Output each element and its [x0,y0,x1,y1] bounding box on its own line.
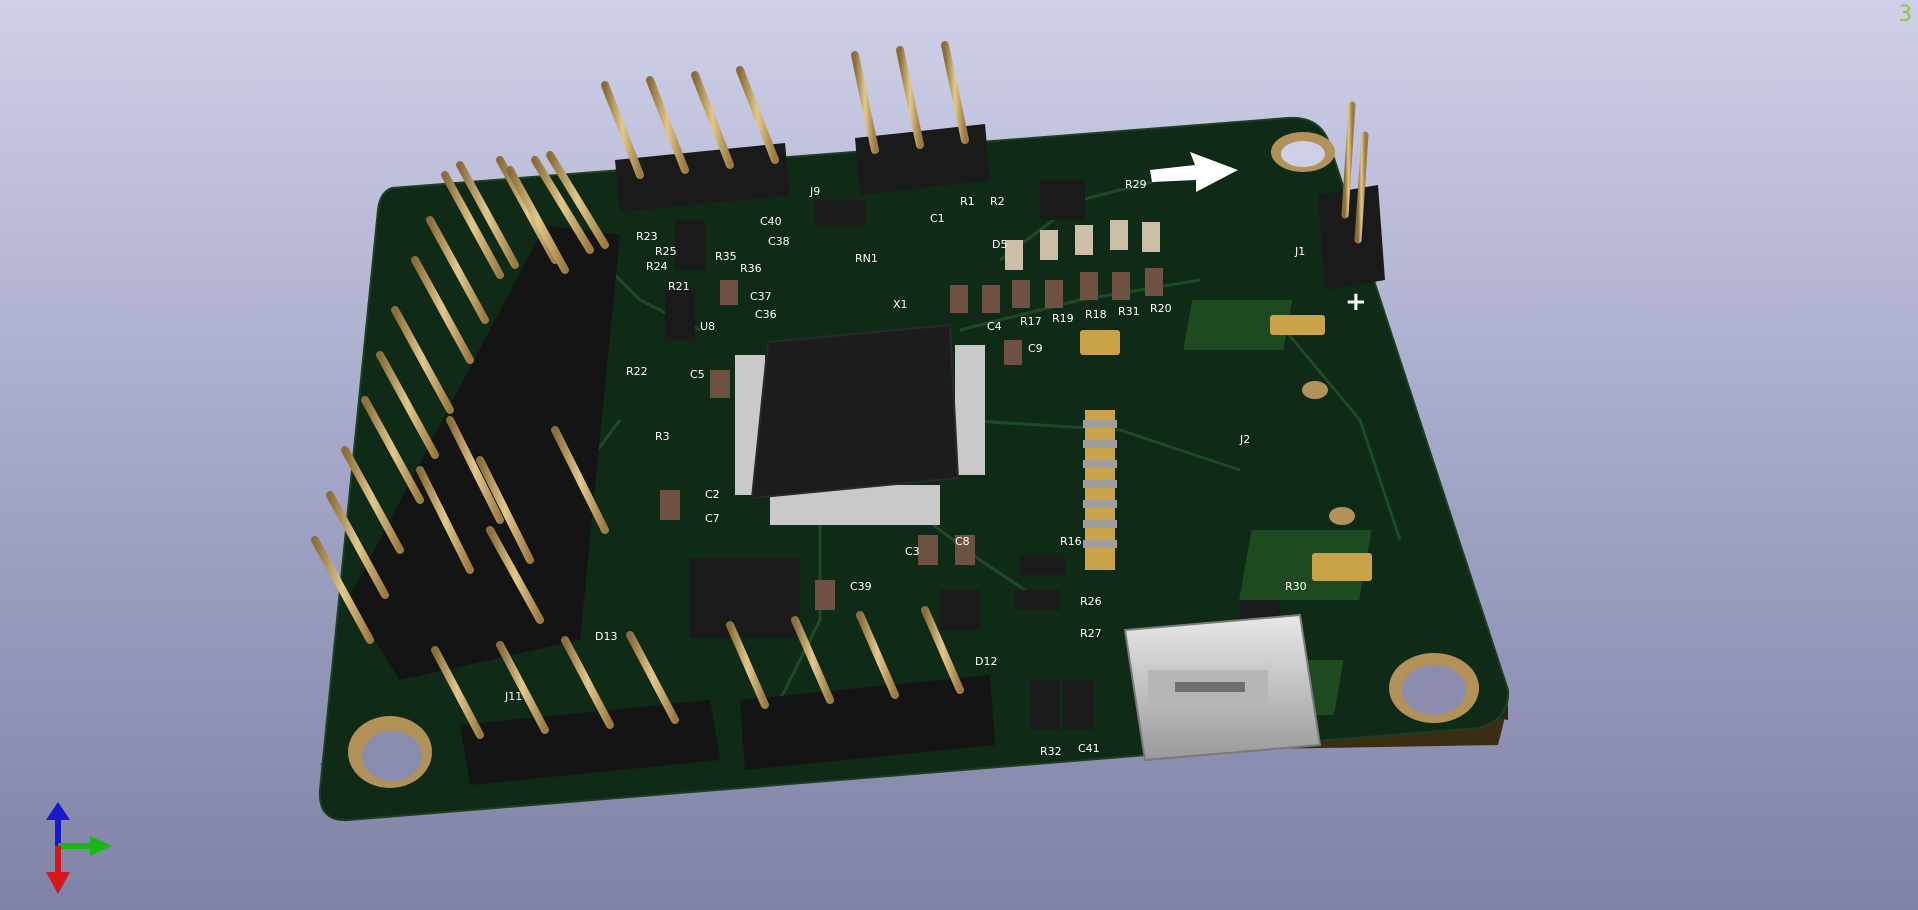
silk-ref: R27 [1080,627,1102,640]
silk-ref: J1 [1294,245,1305,258]
silk-ref: J11 [504,690,522,703]
3d-viewer-canvas[interactable]: R23 R22 R21 R3 R25 R24 C5 C2 C7 C37 C36 … [0,0,1918,910]
silk-ref: J2 [1239,433,1250,446]
silk-ref: D13 [595,630,617,643]
silk-ref: C37 [750,290,772,303]
silk-plus-sign: + [1345,287,1367,317]
silk-ref: R23 [636,230,658,243]
silk-ref: C40 [760,215,782,228]
silk-ref: C7 [705,512,720,525]
silk-ref: R3 [655,430,670,443]
silk-ref: R20 [1150,302,1172,315]
xyz-axis-icon [46,802,112,894]
silk-ref: C38 [768,235,790,248]
silk-ref: R21 [668,280,690,293]
silk-ref: R31 [1118,305,1140,318]
silk-ref: C8 [955,535,970,548]
silk-ref: C5 [690,368,705,381]
usb-connector [1123,613,1322,762]
silk-ref: R29 [1125,178,1147,191]
silk-ref: X1 [893,298,908,311]
silk-ref: R30 [1285,580,1307,593]
silk-ref: U8 [700,320,715,333]
viewer-status-glyph: З [1898,2,1912,27]
silk-ref: R26 [1080,595,1102,608]
silk-ref: R1 [960,195,975,208]
silk-ref: D12 [975,655,997,668]
silk-ref: C2 [705,488,720,501]
silk-ref: RN1 [855,252,878,265]
silk-ref: J9 [809,185,820,198]
silk-ref: C4 [987,320,1002,333]
silk-ref: R2 [990,195,1005,208]
silk-ref: R19 [1052,312,1074,325]
silk-ref: R32 [1040,745,1062,758]
silk-ref: R16 [1060,535,1082,548]
pcb-board-3d-render: R23 R22 R21 R3 R25 R24 C5 C2 C7 C37 C36 … [311,41,1510,822]
silk-ref: R25 [655,245,677,258]
silk-ref: D5 [992,238,1007,251]
silk-ref: R22 [626,365,648,378]
silk-ref: C36 [755,308,777,321]
silk-ref: R18 [1085,308,1107,321]
silk-ref: C9 [1028,342,1043,355]
silk-ref: C39 [850,580,872,593]
silk-ref: C1 [930,212,945,225]
silk-ref: R36 [740,262,762,275]
silk-ref: C3 [905,545,920,558]
silk-ref: R24 [646,260,668,273]
silk-ref: R17 [1020,315,1042,328]
silk-ref: C41 [1078,742,1100,755]
silk-ref: R35 [715,250,737,263]
